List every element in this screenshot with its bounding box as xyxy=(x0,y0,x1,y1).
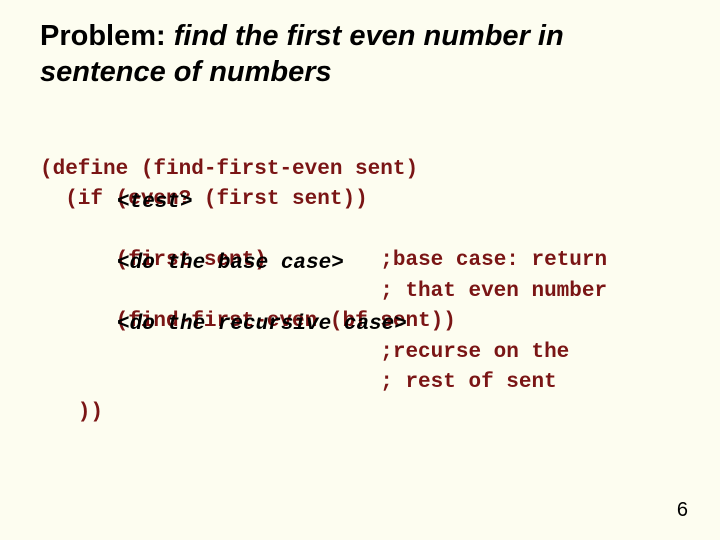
code-line-6: (find-first-even (bf sent))<do the recur… xyxy=(40,310,456,333)
code-l4b: (first sent) xyxy=(116,249,267,272)
code-l6a xyxy=(40,310,116,333)
code-line-5: ; that even number xyxy=(40,280,607,303)
code-l4a xyxy=(40,249,116,272)
slide: Problem: find the first even number in s… xyxy=(0,0,720,540)
code-line-2: (if (even? (first sent))<test> xyxy=(40,188,368,211)
code-l2b: (even? (first sent)) xyxy=(116,188,368,211)
code-l4c: ;base case: return xyxy=(267,249,607,272)
slide-title: Problem: find the first even number in s… xyxy=(40,18,680,91)
code-line-4: (first sent) ;base case: return<do the b… xyxy=(40,249,607,272)
code-line-1: (define (find-first-even sent) xyxy=(40,158,418,181)
page-number: 6 xyxy=(677,499,688,522)
code-line-8: ; rest of sent xyxy=(40,371,557,394)
code-l6b: (find-first-even (bf sent)) xyxy=(116,310,456,333)
code-line-7: ;recurse on the xyxy=(40,341,569,364)
title-roman: Problem: xyxy=(40,20,174,52)
code-l2a: (if xyxy=(40,188,116,211)
code-line-9: )) xyxy=(40,401,103,424)
code-block: (define (find-first-even sent) (if (even… xyxy=(40,125,680,460)
